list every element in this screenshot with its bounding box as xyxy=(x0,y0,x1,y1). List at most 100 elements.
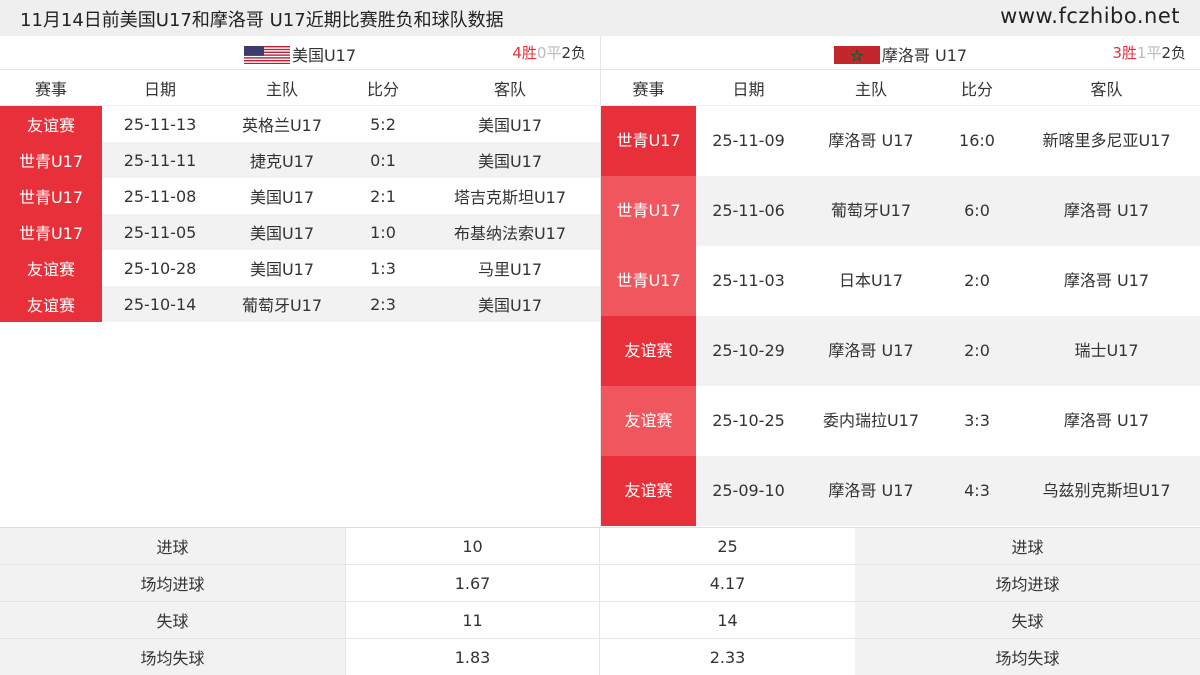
match-date: 25-11-09 xyxy=(712,131,785,150)
match-away: 摩洛哥 U17 xyxy=(1063,271,1150,290)
match-row[interactable]: 友谊赛 25-10-28 美国U17 1:3 马里U17 xyxy=(0,250,600,286)
match-away: 马里U17 xyxy=(477,260,543,279)
right-team-panel: 摩洛哥 U17 3胜1平2负 赛事 日期 主队 比分 客队 世青U17 25-1… xyxy=(600,36,1200,526)
stat-label-left: 失球 xyxy=(0,602,345,638)
stat-value-right: 4.17 xyxy=(600,565,855,601)
stats-row: 场均进球 1.67 4.17 场均进球 xyxy=(0,565,1200,602)
col-home: 主队 xyxy=(265,79,298,99)
match-event: 友谊赛 xyxy=(601,386,696,456)
col-away: 客队 xyxy=(493,79,526,99)
match-score: 2:3 xyxy=(370,294,396,314)
stats-row: 场均失球 1.83 2.33 场均失球 xyxy=(0,639,1200,675)
match-score: 1:0 xyxy=(370,222,396,242)
stats-table: 进球 10 25 进球 场均进球 1.67 4.17 场均进球 失球 11 14… xyxy=(0,527,1200,675)
match-event: 世青U17 xyxy=(601,176,696,246)
match-away: 美国U17 xyxy=(477,116,543,135)
match-home: 英格兰U17 xyxy=(241,116,323,135)
match-date: 25-09-10 xyxy=(712,481,785,500)
match-date: 25-11-13 xyxy=(123,114,197,134)
match-score: 2:0 xyxy=(964,271,990,290)
left-losses: 2负 xyxy=(561,44,586,62)
match-score: 0:1 xyxy=(370,150,396,170)
match-away: 美国U17 xyxy=(477,296,543,315)
match-home: 葡萄牙U17 xyxy=(241,296,323,315)
right-team-label: 摩洛哥 U17 xyxy=(881,46,968,65)
left-match-list: 友谊赛 25-11-13 英格兰U17 5:2 美国U17 世青U17 25-1… xyxy=(0,106,600,322)
col-score: 比分 xyxy=(366,79,399,99)
match-score: 16:0 xyxy=(959,131,995,150)
stat-value-left: 10 xyxy=(345,528,600,564)
stat-label-left: 场均失球 xyxy=(0,639,345,675)
match-row[interactable]: 友谊赛 25-10-29 摩洛哥 U17 2:0 瑞士U17 xyxy=(601,316,1200,386)
left-team-bar: 美国U17 4胜0平2负 xyxy=(0,36,600,70)
match-row[interactable]: 世青U17 25-11-09 摩洛哥 U17 16:0 新喀里多尼亚U17 xyxy=(601,106,1200,176)
match-away: 摩洛哥 U17 xyxy=(1063,201,1150,220)
page-title: 11月14日前美国U17和摩洛哥 U17近期比赛胜负和球队数据 xyxy=(20,10,504,31)
left-wins: 4胜 xyxy=(512,44,537,62)
match-home: 葡萄牙U17 xyxy=(830,201,912,220)
match-event: 友谊赛 xyxy=(0,250,102,286)
match-date: 25-11-03 xyxy=(712,271,785,290)
match-away: 美国U17 xyxy=(477,152,543,171)
match-home: 美国U17 xyxy=(249,188,315,207)
match-row[interactable]: 世青U17 25-11-06 葡萄牙U17 6:0 摩洛哥 U17 xyxy=(601,176,1200,246)
match-event: 友谊赛 xyxy=(601,456,696,526)
match-event: 世青U17 xyxy=(601,246,696,316)
col-event: 赛事 xyxy=(34,79,67,99)
match-date: 25-11-08 xyxy=(123,186,197,206)
match-row[interactable]: 世青U17 25-11-05 美国U17 1:0 布基纳法索U17 xyxy=(0,214,600,250)
stat-label-right: 进球 xyxy=(855,528,1200,564)
match-score: 3:3 xyxy=(964,411,990,430)
match-home: 捷克U17 xyxy=(249,152,315,171)
usa-flag-icon xyxy=(243,45,290,68)
col-score: 比分 xyxy=(960,79,993,99)
match-row[interactable]: 世青U17 25-11-03 日本U17 2:0 摩洛哥 U17 xyxy=(601,246,1200,316)
match-home: 摩洛哥 U17 xyxy=(828,481,914,500)
match-away: 塔吉克斯坦U17 xyxy=(453,188,567,207)
match-home: 日本U17 xyxy=(838,271,904,290)
col-event: 赛事 xyxy=(632,79,665,99)
stat-label-right: 失球 xyxy=(855,602,1200,638)
right-wins: 3胜 xyxy=(1112,44,1137,62)
morocco-flag-icon xyxy=(833,45,880,68)
col-home: 主队 xyxy=(854,79,887,99)
match-score: 1:3 xyxy=(370,258,396,278)
match-row[interactable]: 友谊赛 25-10-14 葡萄牙U17 2:3 美国U17 xyxy=(0,286,600,322)
match-row[interactable]: 世青U17 25-11-08 美国U17 2:1 塔吉克斯坦U17 xyxy=(0,178,600,214)
right-team-name: 摩洛哥 U17 xyxy=(601,42,1200,68)
stat-value-right: 2.33 xyxy=(600,639,855,675)
match-row[interactable]: 友谊赛 25-09-10 摩洛哥 U17 4:3 乌兹别克斯坦U17 xyxy=(601,456,1200,526)
match-away: 新喀里多尼亚U17 xyxy=(1042,131,1171,150)
right-column-header: 赛事 日期 主队 比分 客队 xyxy=(601,70,1200,106)
match-score: 2:1 xyxy=(370,186,396,206)
left-record: 4胜0平2负 xyxy=(512,42,586,63)
stat-value-left: 1.83 xyxy=(345,639,600,675)
match-row[interactable]: 友谊赛 25-11-13 英格兰U17 5:2 美国U17 xyxy=(0,106,600,142)
match-date: 25-10-29 xyxy=(712,341,785,360)
left-column-header: 赛事 日期 主队 比分 客队 xyxy=(0,70,600,106)
stat-value-left: 1.67 xyxy=(345,565,600,601)
col-date: 日期 xyxy=(143,79,176,99)
match-event: 世青U17 xyxy=(0,178,102,214)
match-event: 友谊赛 xyxy=(0,106,102,142)
match-row[interactable]: 世青U17 25-11-11 捷克U17 0:1 美国U17 xyxy=(0,142,600,178)
col-date: 日期 xyxy=(732,79,765,99)
stats-row: 进球 10 25 进球 xyxy=(0,528,1200,565)
stat-label-left: 进球 xyxy=(0,528,345,564)
match-home: 委内瑞拉U17 xyxy=(822,411,920,430)
left-team-name: 美国U17 xyxy=(0,42,600,68)
match-row[interactable]: 友谊赛 25-10-25 委内瑞拉U17 3:3 摩洛哥 U17 xyxy=(601,386,1200,456)
match-away: 摩洛哥 U17 xyxy=(1063,411,1150,430)
stat-value-left: 11 xyxy=(345,602,600,638)
match-date: 25-10-25 xyxy=(712,411,785,430)
right-draws: 1平 xyxy=(1136,44,1162,62)
stat-value-right: 14 xyxy=(600,602,855,638)
col-away: 客队 xyxy=(1090,79,1123,99)
match-event: 世青U17 xyxy=(0,142,102,178)
match-home: 美国U17 xyxy=(249,260,315,279)
left-team-panel: 美国U17 4胜0平2负 赛事 日期 主队 比分 客队 友谊赛 25-11-13… xyxy=(0,36,600,322)
match-event: 世青U17 xyxy=(601,106,696,176)
stats-row: 失球 11 14 失球 xyxy=(0,602,1200,639)
match-event: 友谊赛 xyxy=(0,286,102,322)
site-url[interactable]: www.fczhibo.net xyxy=(1000,4,1180,28)
